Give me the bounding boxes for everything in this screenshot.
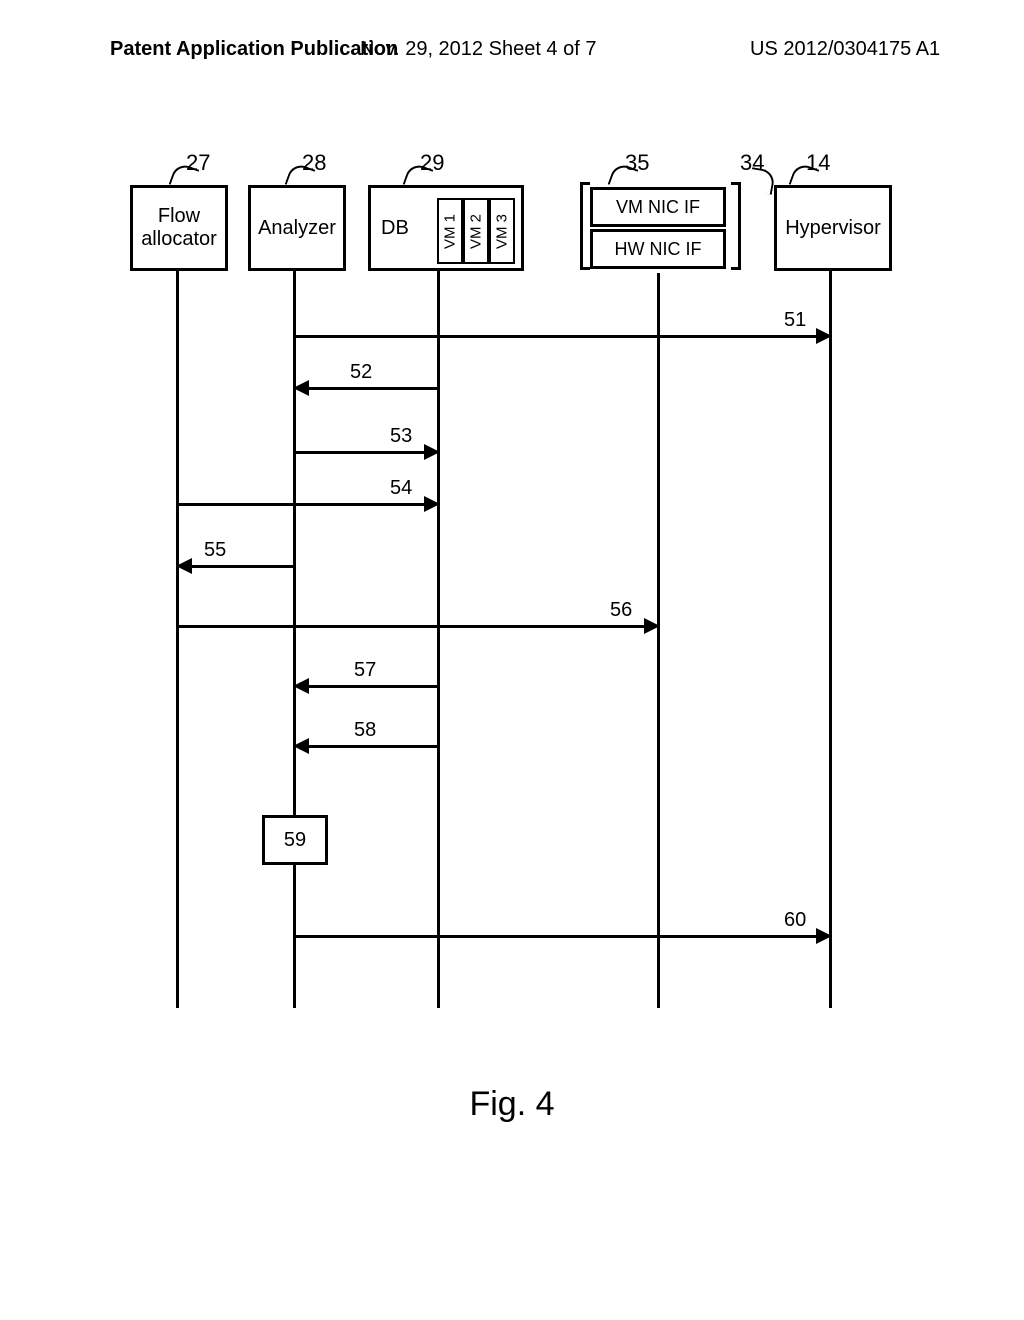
msg60-line — [296, 935, 816, 938]
msg56-label: 56 — [608, 599, 634, 622]
msg55-head — [176, 558, 192, 574]
msg60-label: 60 — [782, 909, 808, 932]
msg52-label: 52 — [348, 361, 374, 384]
msg56-head — [644, 618, 660, 634]
header-date-sheet: Nov. 29, 2012 Sheet 4 of 7 — [360, 38, 596, 61]
msg53-label: 53 — [388, 425, 414, 448]
msg51-label: 51 — [782, 309, 808, 332]
activation-59: 59 — [262, 815, 328, 865]
actor-db: DB VM 1 VM 2 VM 3 — [368, 185, 524, 271]
msg52-line — [309, 387, 438, 390]
page: Patent Application Publication Nov. 29, … — [0, 0, 1024, 1320]
msg58-head — [293, 738, 309, 754]
lifeline-hypervisor — [829, 268, 832, 1008]
actor-hypervisor: Hypervisor — [774, 185, 892, 271]
msg54-line — [179, 503, 424, 506]
db-slot-vm2: VM 2 — [463, 198, 489, 264]
lifeline-nic — [657, 273, 660, 1008]
db-slot-vm1: VM 1 — [437, 198, 463, 264]
msg60-head — [816, 928, 832, 944]
db-label: DB — [381, 217, 409, 240]
msg57-label: 57 — [352, 659, 378, 682]
actor-flow-allocator: Flow allocator — [130, 185, 228, 271]
sequence-diagram: 27 28 29 35 34 14 Flow allocator Analyze… — [130, 155, 890, 1025]
msg58-line — [309, 745, 438, 748]
msg51-line — [296, 335, 816, 338]
msg52-head — [293, 380, 309, 396]
lifeline-flow-allocator — [176, 268, 179, 1008]
msg53-line — [296, 451, 424, 454]
actor-analyzer: Analyzer — [248, 185, 346, 271]
msg54-head — [424, 496, 440, 512]
msg56-line — [179, 625, 644, 628]
msg57-line — [309, 685, 438, 688]
header-docnumber: US 2012/0304175 A1 — [750, 38, 940, 61]
msg51-head — [816, 328, 832, 344]
msg55-label: 55 — [202, 539, 228, 562]
lifeline-analyzer — [293, 268, 296, 1008]
header-publication: Patent Application Publication — [110, 38, 398, 61]
db-slot-vm3: VM 3 — [489, 198, 515, 264]
msg58-label: 58 — [352, 719, 378, 742]
actor-vm-nic-if: VM NIC IF — [590, 187, 726, 227]
msg54-label: 54 — [388, 477, 414, 500]
db-vm-slots: VM 1 VM 2 VM 3 — [437, 198, 515, 264]
leader-34 — [748, 167, 776, 195]
figure-caption: Fig. 4 — [0, 1085, 1024, 1124]
actor-hw-nic-if: HW NIC IF — [590, 229, 726, 269]
lifeline-db — [437, 268, 440, 1008]
msg57-head — [293, 678, 309, 694]
msg55-line — [192, 565, 294, 568]
msg53-head — [424, 444, 440, 460]
